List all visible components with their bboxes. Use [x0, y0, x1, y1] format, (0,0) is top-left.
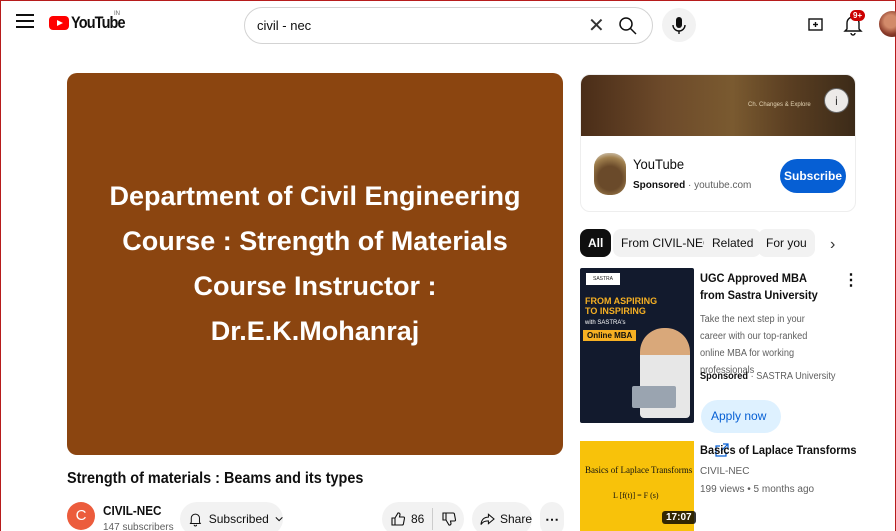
like-count: 86 — [411, 512, 425, 526]
subscribed-button[interactable]: Subscribed — [180, 502, 283, 531]
hamburger-menu-icon[interactable] — [16, 14, 34, 30]
ad-banner-image: Ch. Changes & Explore — [581, 75, 855, 136]
apply-now-label: Apply now — [711, 409, 767, 423]
slide-line-2: Course : Strength of Materials — [122, 226, 508, 256]
thumbs-up-icon — [391, 512, 406, 526]
bell-icon — [189, 513, 202, 527]
search-box: ✕ — [244, 7, 653, 44]
advertiser-avatar — [594, 153, 626, 195]
like-button[interactable]: 86 — [382, 511, 424, 527]
slide-line-3: Course Instructor : — [193, 271, 437, 301]
account-avatar[interactable] — [879, 11, 896, 37]
banner-text: Ch. Changes & Explore — [748, 102, 811, 108]
chevron-down-icon — [275, 517, 283, 522]
create-video-icon[interactable] — [806, 14, 826, 34]
chip-for-you[interactable]: For you — [758, 229, 815, 257]
share-label: Share — [499, 512, 532, 526]
related-video-title[interactable]: Basics of Laplace Transforms — [700, 443, 856, 457]
chip-related[interactable]: Related — [704, 229, 762, 257]
slide-line-1: Department of Civil Engineering — [109, 181, 521, 211]
thumbs-down-icon — [442, 512, 457, 526]
thumb-line-1: FROM ASPIRING TO INSPIRING — [585, 296, 658, 316]
thumb-line-4: Online MBA — [583, 330, 637, 341]
sponsored-advertiser: SASTRA University — [756, 371, 836, 382]
related-video-channel[interactable]: CIVIL-NEC — [700, 466, 749, 477]
subscriber-count: 147 subscribers — [103, 522, 174, 531]
sponsored-advertiser-line: Sponsored · SASTRA University — [700, 371, 836, 382]
subscribed-label: Subscribed — [208, 512, 269, 526]
duration-badge: 17:07 — [662, 511, 696, 524]
like-divider — [432, 508, 434, 530]
ad-card[interactable]: Ch. Changes & Explore i YouTube Sponsore… — [580, 74, 856, 212]
search-icon[interactable] — [617, 15, 639, 37]
channel-name[interactable]: CIVIL-NEC — [103, 503, 162, 518]
kebab-menu-icon[interactable]: ⋮ — [843, 270, 859, 290]
sponsored-label: Sponsored — [633, 180, 686, 191]
channel-avatar[interactable]: C — [67, 502, 95, 530]
related-video-meta: 199 views • 5 months ago — [700, 484, 815, 495]
slide-line-4: Dr.E.K.Mohanraj — [210, 316, 420, 346]
chip-all[interactable]: All — [580, 229, 612, 257]
thumb-line-3: with SASTRA's — [585, 320, 626, 326]
thumb-formula: L [f(t)] = F (s) — [613, 491, 659, 500]
advertiser-name: YouTube — [633, 156, 685, 172]
video-player[interactable]: Department of Civil Engineering Course :… — [67, 73, 563, 455]
search-input[interactable] — [257, 18, 577, 33]
microphone-icon[interactable] — [662, 8, 696, 42]
top-bar: YouTube IN ✕ 9+ — [0, 0, 896, 50]
like-dislike-bar: 86 — [382, 502, 464, 531]
apply-now-button[interactable]: Apply now — [701, 400, 781, 457]
sponsored-description: Take the next step in your career with o… — [700, 314, 808, 376]
share-icon — [480, 513, 495, 525]
thumb-title: Basics of Laplace Transforms — [585, 465, 693, 475]
info-icon[interactable]: i — [824, 88, 849, 113]
sponsored-thumbnail[interactable]: SASTRA FROM ASPIRING TO INSPIRING with SA… — [580, 268, 694, 423]
video-title: Strength of materials : Beams and its ty… — [67, 470, 364, 487]
ad-domain: youtube.com — [694, 180, 752, 191]
sponsored-label-2: Sponsored — [700, 371, 749, 382]
more-actions-button[interactable]: ⋯ — [540, 502, 564, 531]
youtube-play-icon — [49, 16, 69, 30]
sastra-logo: SASTRA — [586, 273, 620, 285]
chevron-right-icon[interactable]: › — [830, 236, 835, 254]
dislike-button[interactable] — [441, 511, 457, 527]
youtube-logo[interactable]: YouTube — [49, 13, 134, 33]
sponsored-title[interactable]: UGC Approved MBA from Sastra University — [700, 270, 829, 304]
subscribe-button[interactable]: Subscribe — [780, 159, 846, 193]
country-code: IN — [114, 11, 120, 17]
share-button[interactable]: Share — [472, 502, 532, 531]
sponsored-line: Sponsored · youtube.com — [633, 180, 752, 191]
clear-search-icon[interactable]: ✕ — [588, 16, 605, 36]
thumbnail-laptop — [632, 386, 676, 408]
notification-badge: 9+ — [850, 10, 866, 21]
